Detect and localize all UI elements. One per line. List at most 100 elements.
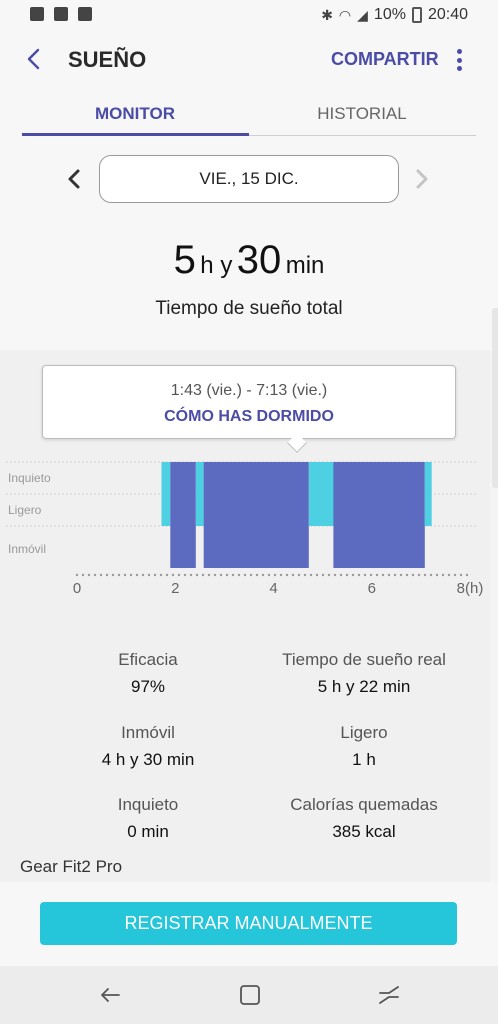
- level-label: Ligero: [8, 503, 42, 517]
- nav-recent-apps-icon[interactable]: [377, 983, 401, 1007]
- axis-dot: [327, 573, 331, 577]
- total-minutes: 30: [236, 238, 282, 282]
- bluetooth-icon: ✱: [321, 6, 333, 23]
- tab-monitor[interactable]: MONITOR: [22, 104, 248, 124]
- axis-dot: [393, 573, 397, 577]
- axis-dot: [333, 573, 337, 577]
- sleep-segment-light: [195, 462, 204, 526]
- how-you-slept-link[interactable]: CÓMO HAS DORMIDO: [43, 408, 455, 426]
- date-section: VIE., 15 DIC. 5 h y 30 min Tiempo de sue…: [0, 138, 498, 350]
- axis-dot: [315, 573, 319, 577]
- axis-dot: [129, 573, 133, 577]
- axis-dot: [123, 573, 127, 577]
- axis-dot: [459, 573, 463, 577]
- axis-dot: [447, 573, 451, 577]
- sleep-segment-light: [424, 462, 432, 526]
- axis-dot: [381, 573, 385, 577]
- axis-dot: [309, 573, 313, 577]
- system-icons: ✱ ◠ ◢ 10% 20:40: [321, 6, 468, 24]
- axis-dot: [261, 573, 265, 577]
- share-button[interactable]: COMPARTIR: [331, 49, 439, 70]
- stat-restless: Inquieto 0 min: [48, 795, 248, 842]
- scroll-handle[interactable]: [492, 308, 498, 488]
- axis-dot: [87, 573, 91, 577]
- stat-real-sleep: Tiempo de sueño real 5 h y 22 min: [264, 650, 464, 697]
- stat-value: 0 min: [127, 822, 169, 841]
- tab-bar: MONITOR HISTORIAL: [0, 90, 498, 138]
- axis-dot: [429, 573, 433, 577]
- axis-dot: [117, 573, 121, 577]
- sleep-time-range: 1:43 (vie.) - 7:13 (vie.): [170, 382, 328, 399]
- total-hours: 5: [173, 238, 196, 282]
- axis-dot: [255, 573, 259, 577]
- tab-history[interactable]: HISTORIAL: [249, 104, 475, 124]
- stat-calories: Calorías quemadas 385 kcal: [264, 795, 464, 842]
- nav-back-icon[interactable]: [98, 983, 122, 1007]
- device-name: Gear Fit2 Pro: [20, 857, 123, 876]
- active-tab-indicator: [22, 133, 249, 136]
- axis-dot: [405, 573, 409, 577]
- axis-dot: [147, 573, 151, 577]
- more-options-icon[interactable]: [450, 46, 468, 74]
- axis-dot: [345, 573, 349, 577]
- signal-icon: ◢: [357, 6, 368, 23]
- axis-dot: [297, 573, 301, 577]
- axis-dot: [441, 573, 445, 577]
- date-selector[interactable]: VIE., 15 DIC.: [99, 155, 399, 203]
- axis-dot: [237, 573, 241, 577]
- sleep-segment-motionless: [170, 462, 196, 568]
- axis-dot: [435, 573, 439, 577]
- axis-dot: [201, 573, 205, 577]
- level-label: Inquieto: [8, 471, 51, 485]
- stat-value: 1 h: [352, 750, 376, 769]
- stat-label: Eficacia: [118, 650, 178, 669]
- axis-dot: [321, 573, 325, 577]
- x-tick-label: 0: [73, 580, 81, 597]
- notification-icons: [30, 7, 92, 21]
- minutes-unit: min: [285, 252, 325, 279]
- axis-dot: [171, 573, 175, 577]
- gallery-icon: [30, 7, 44, 21]
- axis-dot: [93, 573, 97, 577]
- stat-label: Inmóvil: [121, 723, 175, 742]
- previous-day-icon[interactable]: [62, 164, 86, 194]
- stat-label: Inquieto: [117, 795, 179, 814]
- sleep-chart: Inquieto Ligero Inmóvil 0 2 4 6 8(h): [6, 461, 483, 597]
- axis-dot: [99, 573, 103, 577]
- axis-dot: [375, 573, 379, 577]
- stat-light: Ligero 1 h: [264, 723, 464, 770]
- back-arrow-icon[interactable]: [22, 44, 50, 74]
- hours-unit: h y: [200, 252, 233, 279]
- axis-dot: [453, 573, 457, 577]
- stat-value: 5 h y 22 min: [317, 677, 411, 696]
- register-manually-button[interactable]: REGISTRAR MANUALMENTE: [40, 902, 457, 945]
- page-title: SUEÑO: [68, 47, 147, 72]
- stat-value: 385 kcal: [332, 822, 396, 841]
- axis-dot: [285, 573, 289, 577]
- axis-dot: [153, 573, 157, 577]
- chess-icon: [54, 7, 68, 21]
- axis-dot: [387, 573, 391, 577]
- sleep-segment-motionless: [333, 462, 425, 568]
- axis-dot: [291, 573, 295, 577]
- axis-dot: [135, 573, 139, 577]
- wifi-icon: ◠: [338, 6, 352, 23]
- axis-dot: [279, 573, 283, 577]
- total-sleep-label: Tiempo de sueño total: [155, 298, 343, 319]
- axis-dot: [249, 573, 253, 577]
- nav-home-icon[interactable]: [238, 983, 262, 1007]
- axis-dot: [273, 573, 277, 577]
- tab-divider: [249, 135, 476, 136]
- alert-icon: [78, 7, 92, 21]
- total-sleep-value: 5 h y 30 min: [0, 238, 498, 283]
- axis-dot: [165, 573, 169, 577]
- axis-dot: [141, 573, 145, 577]
- sleep-segment-light: [308, 462, 334, 526]
- axis-dot: [399, 573, 403, 577]
- next-day-icon[interactable]: [410, 164, 434, 194]
- axis-dot: [303, 573, 307, 577]
- status-bar: ✱ ◠ ◢ 10% 20:40: [0, 0, 498, 30]
- axis-dot: [81, 573, 85, 577]
- axis-dot: [339, 573, 343, 577]
- axis-dot: [189, 573, 193, 577]
